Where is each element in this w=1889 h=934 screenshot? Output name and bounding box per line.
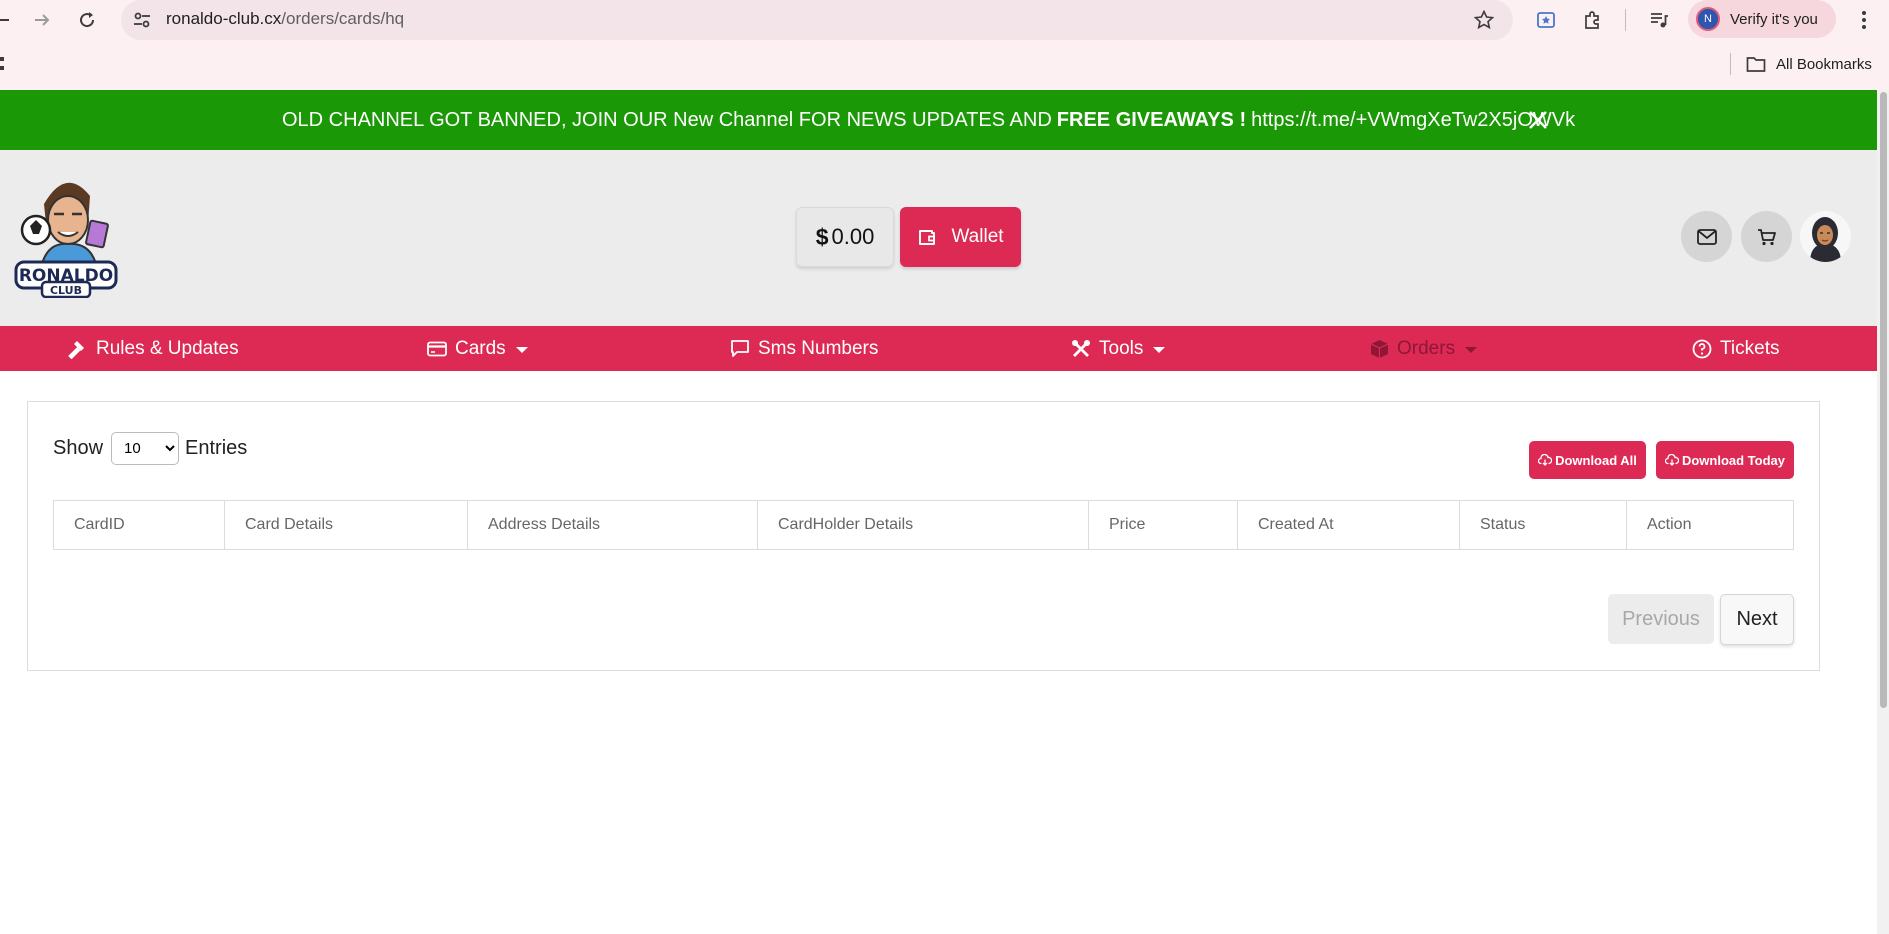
currency-symbol: $ — [815, 223, 829, 250]
extension-puzzle-blue-icon[interactable] — [1533, 7, 1559, 33]
hammer-icon — [68, 340, 84, 359]
wallet-button[interactable]: Wallet — [900, 207, 1021, 267]
table-header-row: CardID Card Details Address Details Card… — [53, 500, 1794, 550]
bookmarks-divider — [1730, 53, 1731, 75]
cart-icon — [1757, 228, 1776, 245]
nav-tickets[interactable]: Tickets — [1692, 326, 1779, 371]
browser-menu-icon[interactable] — [1852, 7, 1876, 33]
download-all-label: Download All — [1555, 452, 1637, 468]
col-address-details[interactable]: Address Details — [467, 500, 758, 550]
site-settings-icon[interactable] — [130, 8, 154, 32]
chevron-down-icon — [1153, 346, 1166, 353]
previous-page-button[interactable]: Previous — [1608, 594, 1714, 644]
balance-amount: 0.00 — [831, 224, 875, 249]
envelope-icon — [1696, 228, 1717, 245]
toolbar-divider — [1625, 9, 1626, 31]
close-banner-icon[interactable] — [1526, 108, 1550, 132]
messages-button[interactable] — [1681, 211, 1732, 262]
bookmarks-bar — [0, 40, 1889, 90]
col-action[interactable]: Action — [1626, 500, 1794, 550]
bookmark-star-icon[interactable] — [1471, 7, 1497, 33]
col-created-at[interactable]: Created At — [1237, 500, 1460, 550]
col-price[interactable]: Price — [1088, 500, 1238, 550]
balance-display: $ 0.00 — [796, 207, 894, 267]
chevron-down-icon — [515, 346, 528, 353]
nav-rules-updates[interactable]: Rules & Updates — [68, 326, 239, 371]
nav-sms-numbers[interactable]: Sms Numbers — [730, 326, 878, 371]
folder-icon — [1746, 57, 1766, 72]
nav-tickets-label: Tickets — [1720, 337, 1780, 359]
nav-tools-label: Tools — [1099, 337, 1144, 359]
wallet-icon — [919, 230, 936, 245]
ronaldo-club-logo[interactable]: RONALDO CLUB — [14, 164, 118, 299]
media-control-icon[interactable] — [1646, 7, 1672, 33]
extensions-icon[interactable] — [1579, 7, 1605, 33]
cart-button[interactable] — [1741, 211, 1792, 262]
announcement-text: OLD CHANNEL GOT BANNED, JOIN OUR New Cha… — [282, 108, 1052, 131]
main-nav — [0, 326, 1877, 371]
cloud-download-icon — [1538, 454, 1553, 466]
nav-cards-label: Cards — [455, 337, 506, 359]
url-text[interactable]: ronaldo-club.cx/orders/cards/hq — [166, 9, 404, 29]
forward-icon[interactable] — [30, 8, 54, 32]
chat-icon — [731, 340, 749, 357]
chevron-down-icon — [1465, 346, 1478, 353]
announcement-bold: FREE GIVEAWAYS ! — [1056, 108, 1247, 131]
orders-table: CardID Card Details Address Details Card… — [53, 500, 1794, 550]
col-cardholder-details[interactable]: CardHolder Details — [757, 500, 1089, 550]
all-bookmarks-label: All Bookmarks — [1776, 55, 1872, 73]
entries-label: Entries — [185, 436, 248, 459]
apps-grid-icon[interactable] — [0, 54, 6, 74]
tools-icon — [1072, 339, 1090, 357]
download-today-button[interactable]: Download Today — [1656, 441, 1794, 479]
logo-text-club: CLUB — [50, 284, 82, 297]
nav-sms-label: Sms Numbers — [758, 337, 879, 359]
nav-orders-label: Orders — [1397, 337, 1456, 359]
announcement-banner: OLD CHANNEL GOT BANNED, JOIN OUR New Cha… — [0, 90, 1877, 150]
scrollbar-thumb[interactable] — [1880, 92, 1887, 708]
box-icon — [1370, 339, 1389, 358]
profile-verify-button[interactable]: N Verify it's you — [1688, 0, 1836, 38]
col-card-details[interactable]: Card Details — [224, 500, 468, 550]
wallet-label: Wallet — [951, 226, 1004, 247]
back-icon[interactable] — [0, 8, 10, 32]
download-today-label: Download Today — [1681, 452, 1786, 468]
col-card-id[interactable]: CardID — [53, 500, 225, 550]
next-page-button[interactable]: Next — [1720, 594, 1794, 645]
download-all-button[interactable]: Download All — [1529, 441, 1646, 479]
nav-rules-label: Rules & Updates — [96, 337, 239, 359]
show-label: Show — [53, 436, 104, 459]
nav-orders[interactable]: Orders — [1370, 326, 1478, 371]
reload-icon[interactable] — [75, 8, 99, 32]
col-status[interactable]: Status — [1459, 500, 1627, 550]
credit-card-icon — [427, 341, 447, 356]
verify-label: Verify it's you — [1730, 10, 1818, 28]
profile-avatar: N — [1696, 7, 1720, 31]
entries-control: Show 10 Entries — [53, 431, 247, 465]
nav-cards[interactable]: Cards — [427, 326, 528, 371]
question-circle-icon — [1692, 339, 1712, 358]
cloud-download-icon — [1664, 454, 1679, 466]
page-size-select[interactable]: 10 — [111, 431, 180, 465]
nav-tools[interactable]: Tools — [1071, 326, 1166, 371]
user-avatar[interactable] — [1800, 211, 1851, 262]
all-bookmarks-button[interactable]: All Bookmarks — [1746, 52, 1872, 76]
